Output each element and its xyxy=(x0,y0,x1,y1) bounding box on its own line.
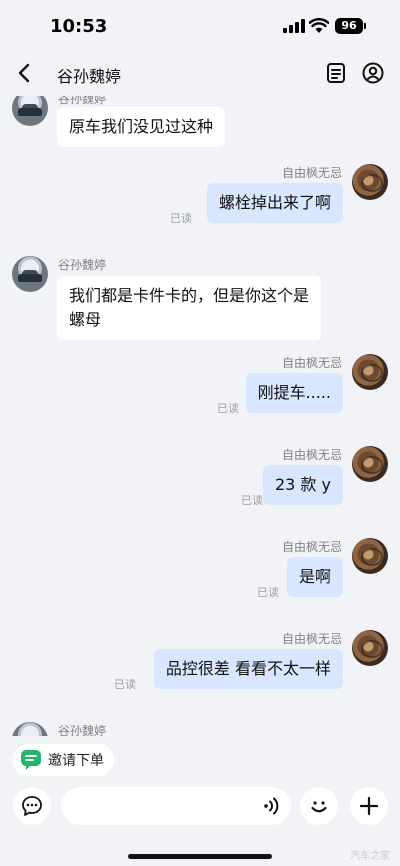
message-item: 谷孙魏婷 我们都是卡件卡的，但是你这个是 螺母 xyxy=(0,256,400,342)
message-item: 自由枫无忌 23 款 y 已读 xyxy=(0,446,400,516)
user-circle-icon[interactable] xyxy=(362,62,384,84)
avatar[interactable] xyxy=(352,630,388,666)
read-receipt: 已读 xyxy=(241,494,263,507)
message-bubble[interactable]: 原车我们没见过这种 xyxy=(57,107,226,147)
read-receipt: 已读 xyxy=(114,678,136,691)
message-list[interactable]: 谷孙魏婷 原车我们没见过这种 自由枫无忌 螺栓掉出来了啊 已读 谷孙魏婷 我们都… xyxy=(0,96,400,736)
message-item: 自由枫无忌 品控很差 看看不太一样 已读 xyxy=(0,630,400,700)
chat-bubble-icon xyxy=(21,750,41,770)
avatar[interactable] xyxy=(352,538,388,574)
invite-order-label: 邀请下单 xyxy=(48,753,104,769)
cellular-signal-icon xyxy=(283,19,305,33)
message-item: 自由枫无忌 刚提车..... 已读 xyxy=(0,354,400,424)
add-button[interactable] xyxy=(350,787,388,825)
emoji-button[interactable] xyxy=(300,787,338,825)
message-text-line: 螺母 xyxy=(69,310,102,329)
chevron-left-icon[interactable] xyxy=(14,62,36,84)
chat-more-button[interactable] xyxy=(13,787,51,825)
message-bubble[interactable]: 23 款 y xyxy=(262,465,343,505)
status-time: 10:53 xyxy=(50,16,108,37)
avatar[interactable] xyxy=(352,446,388,482)
watermark: 汽车之家 xyxy=(350,851,390,862)
sender-name: 谷孙魏婷 xyxy=(58,258,107,272)
message-text-line: 我们都是卡件卡的，但是你这个是 xyxy=(69,286,310,305)
voice-input-icon[interactable] xyxy=(262,796,282,816)
message-bubble[interactable]: 是啊 xyxy=(286,557,343,597)
avatar[interactable] xyxy=(352,354,388,390)
chat-header: 谷孙魏婷 xyxy=(0,52,400,96)
avatar[interactable] xyxy=(12,722,48,736)
document-list-icon[interactable] xyxy=(325,62,347,84)
message-bubble[interactable]: 我们都是卡件卡的，但是你这个是 螺母 xyxy=(57,276,322,340)
message-input[interactable] xyxy=(61,787,291,825)
read-receipt: 已读 xyxy=(257,586,279,599)
avatar[interactable] xyxy=(12,96,48,126)
invite-order-chip[interactable]: 邀请下单 xyxy=(12,744,114,776)
sender-name: 自由枫无忌 xyxy=(281,166,342,180)
wifi-icon xyxy=(309,18,329,33)
sender-name: 自由枫无忌 xyxy=(281,540,342,554)
read-receipt: 已读 xyxy=(217,402,239,415)
chat-title: 谷孙魏婷 xyxy=(57,67,122,86)
sender-name: 自由枫无忌 xyxy=(281,356,342,370)
message-bubble[interactable]: 刚提车..... xyxy=(245,373,343,413)
message-item: 谷孙魏婷 xyxy=(0,720,400,736)
message-item: 自由枫无忌 是啊 已读 xyxy=(0,538,400,608)
sender-name: 自由枫无忌 xyxy=(281,448,342,462)
message-bubble[interactable]: 螺栓掉出来了啊 xyxy=(206,183,343,223)
chat-dots-icon xyxy=(22,796,42,816)
plus-icon xyxy=(359,796,379,816)
status-bar: 10:53 96 xyxy=(0,0,400,52)
home-indicator xyxy=(128,854,272,859)
battery-icon: 96 xyxy=(335,18,366,34)
sender-name: 谷孙魏婷 xyxy=(58,96,107,106)
message-bubble[interactable]: 品控很差 看看不太一样 xyxy=(153,649,343,689)
read-receipt: 已读 xyxy=(170,212,192,225)
message-item: 谷孙魏婷 原车我们没见过这种 xyxy=(0,96,400,152)
smile-icon xyxy=(311,801,327,813)
message-item: 自由枫无忌 螺栓掉出来了啊 已读 xyxy=(0,162,400,232)
avatar[interactable] xyxy=(12,256,48,292)
avatar[interactable] xyxy=(352,164,388,200)
sender-name: 谷孙魏婷 xyxy=(58,724,107,736)
sender-name: 自由枫无忌 xyxy=(281,632,342,646)
